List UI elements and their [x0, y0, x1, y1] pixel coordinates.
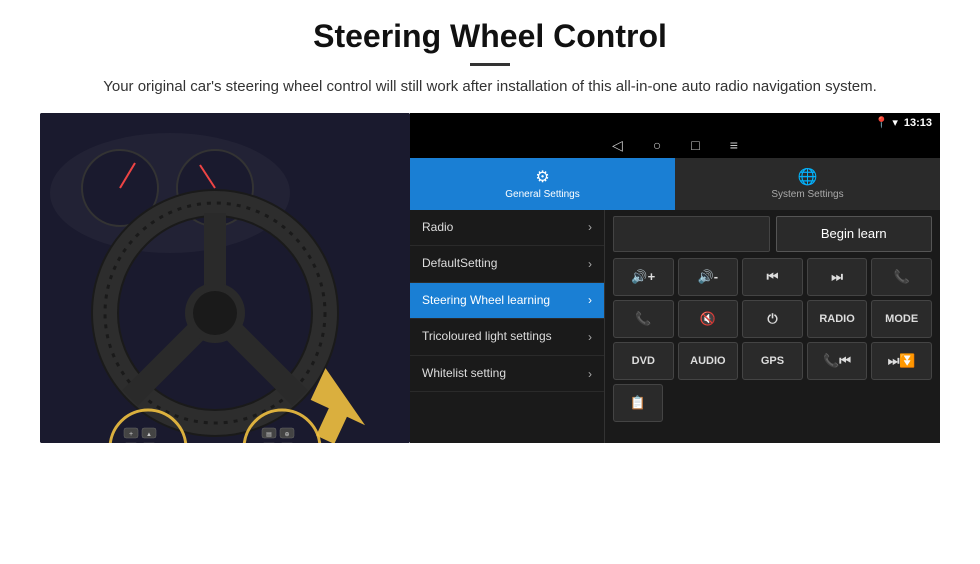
chevron-icon: ›	[588, 293, 592, 307]
ctrl-mode[interactable]: MODE	[871, 300, 932, 338]
next-track-icon: ⏭	[831, 269, 843, 285]
menu-steering-label: Steering Wheel learning	[422, 293, 588, 309]
list-icon: 📋	[630, 395, 646, 411]
vol-down-icon: 🔊-	[698, 269, 719, 285]
blank-input-box	[613, 216, 770, 252]
subtitle: Your original car's steering wheel contr…	[40, 76, 940, 99]
ctrl-gps[interactable]: GPS	[742, 342, 803, 380]
ctrl-list[interactable]: 📋	[613, 384, 663, 422]
page-wrapper: Steering Wheel Control Your original car…	[0, 0, 980, 453]
location-icon: 📍	[875, 116, 889, 129]
chevron-icon: ›	[588, 330, 592, 344]
status-bar: 📍 ▾ 13:13	[410, 113, 940, 133]
ctrl-audio[interactable]: AUDIO	[678, 342, 739, 380]
tabs-row: ⚙ General Settings 🌐 System Settings	[410, 158, 940, 210]
svg-text:+: +	[129, 431, 133, 438]
tab-general-settings[interactable]: ⚙ General Settings	[410, 158, 675, 210]
call-icon: 📞	[894, 269, 910, 285]
status-time: 13:13	[904, 117, 932, 129]
dvd-label: DVD	[632, 355, 655, 367]
title-section: Steering Wheel Control Your original car…	[40, 18, 940, 99]
controls-row-1: 🔊+ 🔊- ⏮ ⏭ 📞	[613, 258, 932, 296]
tab-system-settings[interactable]: 🌐 System Settings	[675, 158, 940, 210]
steering-wheel-image: + - ▲ ☎ ▤ ◇ ⊕ ◈	[40, 113, 410, 443]
menu-item-tricoloured[interactable]: Tricoloured light settings ›	[410, 319, 604, 356]
menu-nav-icon[interactable]: ≡	[730, 137, 738, 154]
ctrl-next-track[interactable]: ⏭	[807, 258, 868, 296]
ctrl-call-prev[interactable]: 📞⏮	[807, 342, 868, 380]
home-nav-icon[interactable]: ○	[653, 137, 661, 154]
prev-track-icon: ⏮	[767, 269, 779, 285]
begin-learn-button[interactable]: Begin learn	[776, 216, 933, 252]
power-icon: ⏻	[767, 311, 777, 327]
svg-text:▲: ▲	[146, 432, 152, 438]
nav-bar: ◁ ○ □ ≡	[410, 133, 940, 158]
back-nav-icon[interactable]: ◁	[612, 137, 623, 154]
gps-label: GPS	[761, 355, 784, 367]
vol-up-icon: 🔊+	[631, 269, 655, 285]
system-settings-label: System Settings	[771, 189, 843, 200]
svg-text:⊕: ⊕	[284, 432, 289, 438]
ctrl-prev-track[interactable]: ⏮	[742, 258, 803, 296]
android-ui: 📍 ▾ 13:13 ◁ ○ □ ≡ ⚙ General Settings 🌐	[410, 113, 940, 443]
audio-label: AUDIO	[690, 355, 725, 367]
mute-icon: 🔇	[700, 311, 716, 327]
ctrl-answer-call[interactable]: 📞	[613, 300, 674, 338]
ctrl-mute[interactable]: 🔇	[678, 300, 739, 338]
svg-text:▤: ▤	[266, 432, 272, 438]
chevron-icon: ›	[588, 367, 592, 381]
main-content: Radio › DefaultSetting › Steering Wheel …	[410, 210, 940, 443]
menu-item-defaultsetting[interactable]: DefaultSetting ›	[410, 246, 604, 283]
ctrl-radio[interactable]: RADIO	[807, 300, 868, 338]
general-settings-label: General Settings	[505, 189, 580, 200]
next-down-icon: ⏭⏬	[888, 353, 916, 369]
mode-label: MODE	[885, 313, 918, 325]
menu-item-whitelist[interactable]: Whitelist setting ›	[410, 356, 604, 393]
radio-label: RADIO	[819, 313, 854, 325]
system-settings-icon: 🌐	[798, 167, 818, 187]
ctrl-power[interactable]: ⏻	[742, 300, 803, 338]
menu-tricoloured-label: Tricoloured light settings	[422, 329, 588, 345]
menu-item-steering-wheel[interactable]: Steering Wheel learning ›	[410, 283, 604, 320]
page-title: Steering Wheel Control	[40, 18, 940, 55]
recent-nav-icon[interactable]: □	[691, 137, 699, 154]
title-divider	[470, 63, 510, 66]
chevron-icon: ›	[588, 257, 592, 271]
content-area: + - ▲ ☎ ▤ ◇ ⊕ ◈	[40, 113, 940, 443]
status-icons: 📍 ▾	[875, 116, 898, 129]
ctrl-vol-down[interactable]: 🔊-	[678, 258, 739, 296]
call-prev-icon: 📞⏮	[823, 353, 851, 369]
top-row: Begin learn	[613, 216, 932, 252]
ctrl-next-down[interactable]: ⏭⏬	[871, 342, 932, 380]
begin-learn-label: Begin learn	[821, 226, 887, 241]
ctrl-vol-up[interactable]: 🔊+	[613, 258, 674, 296]
menu-item-radio[interactable]: Radio ›	[410, 210, 604, 247]
answer-call-icon: 📞	[635, 311, 651, 327]
left-menu: Radio › DefaultSetting › Steering Wheel …	[410, 210, 605, 443]
menu-whitelist-label: Whitelist setting	[422, 366, 588, 382]
controls-row-2: 📞 🔇 ⏻ RADIO MODE	[613, 300, 932, 338]
ctrl-call[interactable]: 📞	[871, 258, 932, 296]
ctrl-dvd[interactable]: DVD	[613, 342, 674, 380]
general-settings-icon: ⚙	[535, 167, 549, 187]
menu-radio-label: Radio	[422, 220, 588, 236]
wifi-icon: ▾	[892, 116, 898, 129]
chevron-icon: ›	[588, 220, 592, 234]
menu-defaultsetting-label: DefaultSetting	[422, 256, 588, 272]
right-panel: Begin learn 🔊+ 🔊- ⏮	[605, 210, 940, 443]
controls-row-4: 📋	[613, 384, 932, 422]
controls-row-3: DVD AUDIO GPS 📞⏮ ⏭⏬	[613, 342, 932, 380]
